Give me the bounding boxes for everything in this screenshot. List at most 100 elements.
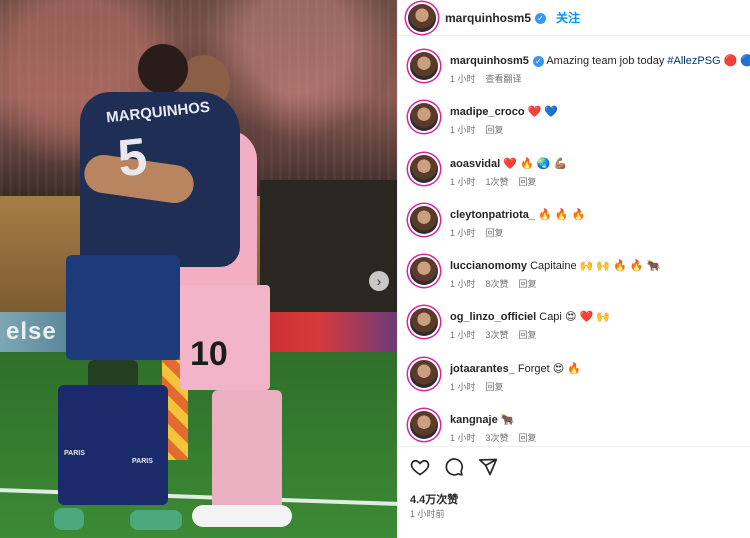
pink-player-number: 10 xyxy=(190,335,228,373)
verified-icon: ✓ xyxy=(535,12,547,24)
comment-meta: 1 小时 3次赞 回复 xyxy=(450,328,750,341)
comment-username[interactable]: kangnaje xyxy=(450,414,498,426)
post-header: marquinhosm5 ✓ 关注 xyxy=(398,0,750,36)
comment-action-button[interactable]: 查看翻译 xyxy=(486,72,522,85)
sock-text-right: PARIS xyxy=(132,458,153,465)
pink-player-legs xyxy=(212,390,282,510)
sock-text-left: PARIS xyxy=(64,450,85,457)
post-timestamp[interactable]: 1 小时前 xyxy=(410,507,445,520)
comment-username[interactable]: jotaarantes_ xyxy=(450,363,515,375)
comment-body: marquinhosm5 ✓ Amazing team job today #Al… xyxy=(450,46,750,69)
navy-player-socks xyxy=(58,385,168,505)
comment-emoji: ❤️ 🔥 🌏 💪🏽 xyxy=(503,157,568,170)
comment-time[interactable]: 1 小时 xyxy=(450,431,476,444)
comment-action-button[interactable]: 回复 xyxy=(519,328,537,341)
comment-action-button[interactable]: 回复 xyxy=(486,380,504,393)
comment-text: Amazing team job today xyxy=(546,55,668,67)
comment-meta: 1 小时 回复 xyxy=(450,380,750,393)
stadium-tunnel xyxy=(260,180,397,320)
comment-meta: 1 小时 回复 xyxy=(450,123,750,136)
post-photo: else 10 MARQUINHOS 5 PARIS PARIS › xyxy=(0,0,397,538)
verified-icon: ✓ xyxy=(532,55,544,67)
comment-action-button[interactable]: 回复 xyxy=(486,123,504,136)
comment-list: marquinhosm5 ✓ Amazing team job today #Al… xyxy=(398,46,750,456)
comment-meta: 1 小时 回复 xyxy=(450,226,750,239)
comment-username[interactable]: madipe_croco xyxy=(450,106,525,118)
avatar[interactable] xyxy=(410,103,438,132)
comment-item: cleytonpatriota_ 🔥 🔥 🔥 1 小时 回复 xyxy=(398,200,750,251)
green-boot-right xyxy=(130,510,182,530)
share-icon[interactable] xyxy=(478,457,498,477)
avatar[interactable] xyxy=(410,154,438,183)
comment-username[interactable]: aoasvidal xyxy=(450,158,500,170)
comment-action-button[interactable]: 回复 xyxy=(519,431,537,444)
comment-emoji: 🔴 🔵 xyxy=(723,55,750,67)
jersey-number: 5 xyxy=(115,127,150,189)
comment-text: Forget xyxy=(517,362,553,375)
comment-time[interactable]: 1 小时 xyxy=(450,328,476,341)
comment-username[interactable]: marquinhosm5 xyxy=(450,55,529,67)
comment-text: Capitaine xyxy=(530,260,580,273)
comment-item: luccianomomy Capitaine 🙌 🙌 🔥 🔥 🐂 1 小时 8次赞回… xyxy=(398,251,750,302)
comment-body: cleytonpatriota_ 🔥 🔥 🔥 xyxy=(450,200,750,223)
comment-item: og_linzo_officiel Capi 😍 ❤️ 🙌 1 小时 3次赞 回复 xyxy=(398,302,750,353)
comment-emoji: ❤️ 💙 xyxy=(527,106,559,119)
follow-button[interactable]: 关注 xyxy=(556,9,580,26)
comment-action-button[interactable]: 回复 xyxy=(519,277,537,290)
avatar[interactable] xyxy=(410,257,438,286)
comment-item: jotaarantes_ Forget 😍 🔥 1 小时 回复 xyxy=(398,354,750,405)
navy-player-shorts xyxy=(66,255,180,360)
avatar[interactable] xyxy=(410,359,438,388)
white-boots xyxy=(192,505,292,527)
comment-action-button[interactable]: 回复 xyxy=(486,226,504,239)
navy-player-head xyxy=(138,44,188,94)
comment-username[interactable]: og_linzo_officiel xyxy=(450,311,536,323)
hashtag-link[interactable]: #AllezPSG xyxy=(667,55,720,67)
comment-time[interactable]: 1 小时 xyxy=(450,277,476,290)
comment-emoji: 🙌 🙌 🔥 🔥 🐂 xyxy=(579,260,661,273)
comment-time[interactable]: 1 小时 xyxy=(450,123,476,136)
avatar[interactable] xyxy=(410,205,438,234)
post-actions: 4.4万次赞 1 小时前 xyxy=(398,446,750,538)
post-sidebar: marquinhosm5 ✓ 关注 marquinhosm5 ✓ Amazing t… xyxy=(397,0,750,538)
header-username[interactable]: marquinhosm5 ✓ xyxy=(445,11,547,25)
comment-item: marquinhosm5 ✓ Amazing team job today #Al… xyxy=(398,46,750,97)
comment-like-count[interactable]: 3次赞 xyxy=(486,328,509,341)
comment-emoji: 😍 ❤️ 🙌 xyxy=(564,311,610,324)
comment-username[interactable]: luccianomomy xyxy=(450,260,527,272)
comment-time[interactable]: 1 小时 xyxy=(450,175,476,188)
chevron-right-icon[interactable]: › xyxy=(369,271,389,291)
comment-meta: 1 小时 3次赞 回复 xyxy=(450,431,750,444)
comment-meta: 1 小时 8次赞 回复 xyxy=(450,277,750,290)
avatar[interactable] xyxy=(410,308,438,337)
comment-body: aoasvidal ❤️ 🔥 🌏 💪🏽 xyxy=(450,149,750,172)
avatar[interactable] xyxy=(410,411,438,440)
comment-time[interactable]: 1 小时 xyxy=(450,226,476,239)
comment-emoji: 😍 🔥 xyxy=(552,362,581,375)
avatar[interactable] xyxy=(410,52,438,80)
comment-time[interactable]: 1 小时 xyxy=(450,72,476,85)
banner-text: else xyxy=(6,318,57,345)
comment-text: Capi xyxy=(539,311,565,324)
comment-emoji: 🔥 🔥 🔥 xyxy=(538,208,586,221)
comment-icon[interactable] xyxy=(444,457,464,477)
comment-body: madipe_croco ❤️ 💙 xyxy=(450,97,750,120)
comment-body: og_linzo_officiel Capi 😍 ❤️ 🙌 xyxy=(450,302,750,325)
comment-like-count[interactable]: 8次赞 xyxy=(486,277,509,290)
green-boot-left xyxy=(54,508,84,530)
comment-like-count[interactable]: 1次赞 xyxy=(486,175,509,188)
comment-body: kangnaje 🐂 xyxy=(450,405,750,428)
comment-username[interactable]: cleytonpatriota_ xyxy=(450,209,535,221)
heart-icon[interactable] xyxy=(410,457,430,477)
comment-action-button[interactable]: 回复 xyxy=(519,175,537,188)
comment-body: luccianomomy Capitaine 🙌 🙌 🔥 🔥 🐂 xyxy=(450,251,750,274)
comment-like-count[interactable]: 3次赞 xyxy=(486,431,509,444)
comment-emoji: 🐂 xyxy=(500,414,515,427)
avatar[interactable] xyxy=(408,3,436,32)
comment-meta: 1 小时 查看翻译 xyxy=(450,72,750,85)
comment-item: aoasvidal ❤️ 🔥 🌏 💪🏽 1 小时 1次赞 回复 xyxy=(398,149,750,200)
like-count[interactable]: 4.4万次赞 xyxy=(410,491,458,507)
comment-meta: 1 小时 1次赞 回复 xyxy=(450,175,750,188)
comment-time[interactable]: 1 小时 xyxy=(450,380,476,393)
comment-body: jotaarantes_ Forget 😍 🔥 xyxy=(450,354,750,377)
